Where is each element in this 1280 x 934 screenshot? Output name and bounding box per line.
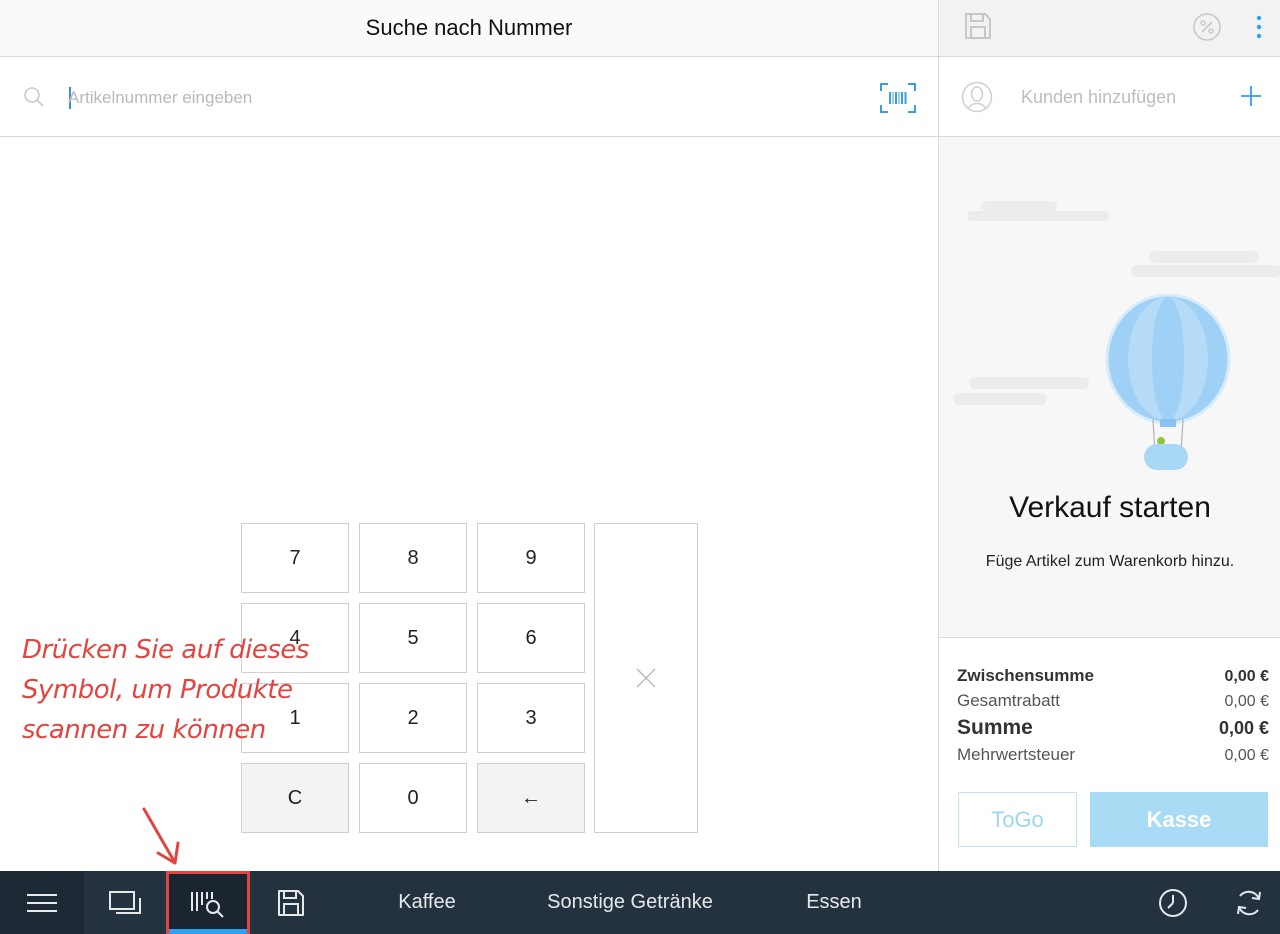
close-icon: [636, 668, 656, 688]
open-carts-button[interactable]: [84, 871, 166, 934]
keypad-key-6[interactable]: 6: [477, 603, 585, 673]
article-number-search-button[interactable]: [166, 871, 250, 934]
active-tab-indicator: [169, 929, 247, 934]
category-tab-essen[interactable]: Essen: [790, 871, 878, 934]
subtotal-label: Zwischensumme: [957, 666, 1094, 685]
keypad-clear-all-button[interactable]: [594, 523, 698, 833]
annotation-line: Drücken Sie auf dieses: [22, 635, 309, 665]
stacked-windows-icon: [109, 890, 141, 914]
save-icon[interactable]: [963, 11, 993, 41]
cart-toolbar: [939, 0, 1280, 57]
togo-button[interactable]: ToGo: [958, 792, 1077, 847]
annotation-line: scannen zu können: [22, 715, 266, 745]
customer-avatar-icon: [961, 81, 993, 113]
annotation-arrow-icon: [142, 807, 180, 865]
category-tab-sonstige-getraenke[interactable]: Sonstige Getränke: [530, 871, 730, 934]
sum-row: Summe 0,00 €: [957, 716, 1269, 740]
save-icon: [278, 889, 304, 916]
add-customer-label: Kunden hinzufügen: [1021, 87, 1177, 107]
sync-icon: [1237, 890, 1261, 915]
barcode-search-icon: [191, 892, 224, 918]
hamburger-menu-icon: [27, 893, 57, 912]
top-bar: Suche nach Nummer: [0, 0, 938, 57]
sync-button[interactable]: [1222, 871, 1276, 934]
keypad-key-2[interactable]: 2: [359, 683, 467, 753]
discount-label: Gesamtrabatt: [957, 691, 1060, 710]
keypad-key-3[interactable]: 3: [477, 683, 585, 753]
search-panel: Suche nach Nummer 7 8 9 4 5 6: [0, 0, 938, 871]
search-icon: [24, 87, 44, 107]
keypad-key-5[interactable]: 5: [359, 603, 467, 673]
article-number-input[interactable]: [68, 81, 848, 115]
totals-section: Zwischensumme 0,00 € Gesamtrabatt 0,00 €…: [939, 637, 1280, 871]
keypad-key-clear[interactable]: C: [241, 763, 349, 833]
discount-row: Gesamtrabatt 0,00 €: [957, 691, 1269, 711]
cart-panel: Kunden hinzufügen Verkauf starten Füge A…: [938, 0, 1280, 871]
saved-carts-button[interactable]: [250, 871, 332, 934]
menu-button[interactable]: [0, 871, 84, 934]
history-button[interactable]: [1146, 871, 1200, 934]
sum-label: Summe: [957, 716, 1033, 739]
subtotal-value: 0,00 €: [1224, 668, 1269, 685]
keypad-key-7[interactable]: 7: [241, 523, 349, 593]
keypad-key-0[interactable]: 0: [359, 763, 467, 833]
keypad-key-8[interactable]: 8: [359, 523, 467, 593]
hot-air-balloon-illustration: [953, 201, 1280, 470]
customer-row[interactable]: Kunden hinzufügen: [939, 57, 1280, 137]
bottom-navigation-bar: Kaffee Sonstige Getränke Essen: [0, 871, 1280, 934]
vat-label: Mehrwertsteuer: [957, 745, 1076, 764]
subtotal-row: Zwischensumme 0,00 €: [957, 666, 1269, 686]
vat-row: Mehrwertsteuer 0,00 €: [957, 745, 1269, 765]
clock-icon: [1159, 888, 1187, 917]
add-customer-plus-icon[interactable]: [1239, 84, 1263, 108]
checkout-button[interactable]: Kasse: [1090, 792, 1268, 847]
annotation-note: Drücken Sie auf dieses Symbol, um Produk…: [22, 630, 322, 750]
keypad-key-backspace[interactable]: ←: [477, 763, 585, 833]
keypad-key-9[interactable]: 9: [477, 523, 585, 593]
empty-cart-subtext: Füge Artikel zum Warenkorb hinzu.: [985, 553, 1235, 570]
sum-value: 0,00 €: [1218, 718, 1269, 738]
empty-cart: Verkauf starten Füge Artikel zum Warenko…: [939, 137, 1280, 637]
pos-app: Suche nach Nummer 7 8 9 4 5 6: [0, 0, 1280, 934]
category-tab-kaffee[interactable]: Kaffee: [372, 871, 482, 934]
discount-value: 0,00 €: [1224, 693, 1269, 710]
vat-value: 0,00 €: [1224, 747, 1269, 764]
search-row: [0, 57, 938, 137]
barcode-scan-icon[interactable]: [880, 83, 916, 113]
more-options-icon[interactable]: [1255, 14, 1263, 40]
empty-cart-heading: Verkauf starten: [1009, 491, 1211, 524]
annotation-line: Symbol, um Produkte: [22, 675, 293, 705]
discount-percent-icon[interactable]: [1192, 12, 1222, 42]
page-title: Suche nach Nummer: [365, 15, 573, 40]
